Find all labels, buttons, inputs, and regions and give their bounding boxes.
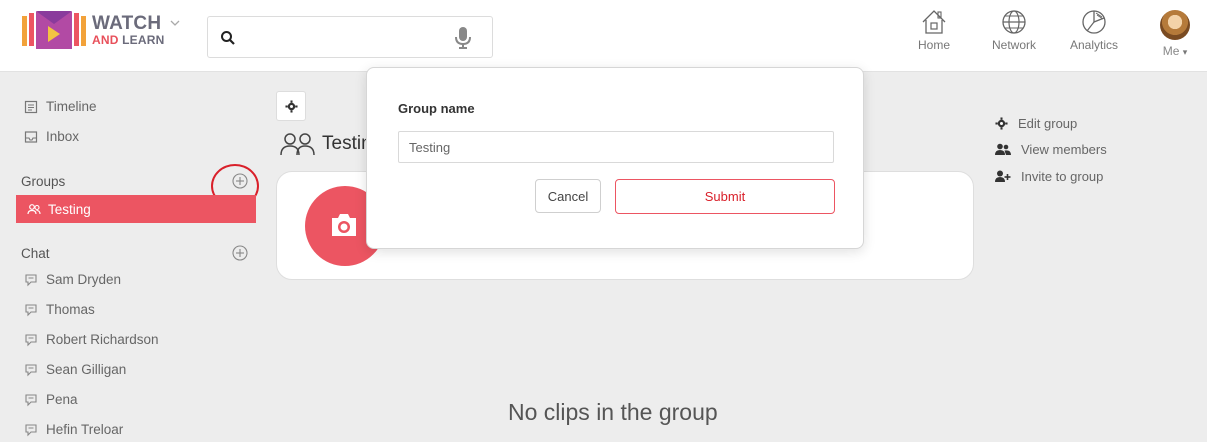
sidebar-item-label: Inbox [46, 129, 80, 144]
chat-bubble-icon [25, 333, 37, 346]
edit-group-link[interactable]: Edit group [995, 116, 1077, 131]
top-header: WATCH AND LEARN Home Network Analytics M… [0, 0, 1207, 72]
nav-analytics-label: Analytics [1069, 38, 1119, 52]
nav-home[interactable]: Home [913, 8, 955, 52]
chat-bubble-icon [25, 423, 37, 436]
add-chat-button[interactable] [232, 245, 248, 261]
view-members-link[interactable]: View members [995, 142, 1107, 157]
chat-item[interactable]: Robert Richardson [24, 332, 159, 347]
nav-analytics[interactable]: Analytics [1061, 8, 1127, 52]
chat-bubble-icon [25, 393, 37, 406]
create-group-modal: Group name Cancel Submit [366, 67, 864, 249]
logo-learn: LEARN [118, 33, 165, 47]
nav-home-label: Home [917, 38, 950, 52]
chat-item[interactable]: Pena [24, 392, 78, 407]
active-group-label: Testing [48, 201, 91, 217]
members-icon [995, 143, 1011, 155]
chevron-down-icon[interactable] [170, 19, 180, 27]
group-icon [280, 133, 315, 156]
chat-item[interactable]: Thomas [24, 302, 95, 317]
cancel-button[interactable]: Cancel [535, 179, 601, 213]
view-members-label: View members [1021, 142, 1107, 157]
globe-icon [1002, 10, 1026, 34]
sidebar: Timeline Inbox Groups Testing Chat Sam D… [0, 73, 262, 442]
logo-text: WATCH AND LEARN [92, 14, 164, 46]
invite-to-group-link[interactable]: Invite to group [995, 169, 1103, 184]
nav-network-label: Network [991, 38, 1036, 52]
chat-item-label: Hefin Treloar [46, 422, 124, 437]
logo-mark-icon [22, 11, 86, 49]
inbox-icon [24, 130, 38, 143]
edit-group-label: Edit group [1018, 116, 1078, 131]
timeline-icon [24, 100, 38, 113]
groups-heading: Groups [21, 174, 66, 189]
chat-item[interactable]: Hefin Treloar [24, 422, 123, 437]
chat-item-label: Thomas [46, 302, 95, 317]
app-logo[interactable]: WATCH AND LEARN [20, 10, 180, 50]
chat-heading: Chat [21, 246, 50, 261]
add-user-icon [995, 170, 1011, 182]
chat-item[interactable]: Sean Gilligan [24, 362, 126, 377]
avatar [1160, 10, 1190, 40]
nav-network[interactable]: Network [983, 8, 1045, 52]
chat-bubble-icon [25, 303, 37, 316]
empty-state-message: No clips in the group [508, 399, 718, 425]
nav-me[interactable]: Me ▾ [1152, 8, 1198, 58]
invite-to-group-label: Invite to group [1021, 169, 1104, 184]
sidebar-item-timeline[interactable]: Timeline [24, 99, 97, 114]
chat-item-label: Pena [46, 392, 78, 407]
search-box [207, 16, 493, 58]
logo-line2: AND LEARN [92, 34, 164, 46]
analytics-icon [1082, 10, 1106, 34]
chat-item[interactable]: Sam Dryden [24, 272, 121, 287]
logo-line1: WATCH [92, 13, 162, 34]
caret-down-icon: ▾ [1182, 47, 1188, 57]
gear-icon [995, 117, 1008, 130]
microphone-icon[interactable] [454, 26, 472, 50]
sidebar-item-group-testing[interactable]: Testing [16, 195, 256, 223]
group-settings-button[interactable] [276, 91, 306, 121]
logo-and: AND [92, 33, 119, 47]
chat-bubble-icon [25, 273, 37, 286]
group-icon [27, 204, 41, 215]
sidebar-item-inbox[interactable]: Inbox [24, 129, 79, 144]
sidebar-item-label: Timeline [46, 99, 97, 114]
submit-button[interactable]: Submit [615, 179, 835, 214]
search-icon[interactable] [220, 30, 236, 46]
home-icon [922, 10, 946, 34]
camera-icon [332, 214, 356, 236]
chat-item-label: Sam Dryden [46, 272, 122, 287]
chat-item-label: Sean Gilligan [46, 362, 127, 377]
search-input[interactable] [240, 25, 450, 51]
chat-item-label: Robert Richardson [46, 332, 159, 347]
group-name-input[interactable] [398, 131, 834, 163]
chat-bubble-icon [25, 363, 37, 376]
group-name-label: Group name [398, 101, 475, 116]
nav-me-label: Me [1162, 44, 1180, 58]
gear-icon [285, 100, 298, 113]
